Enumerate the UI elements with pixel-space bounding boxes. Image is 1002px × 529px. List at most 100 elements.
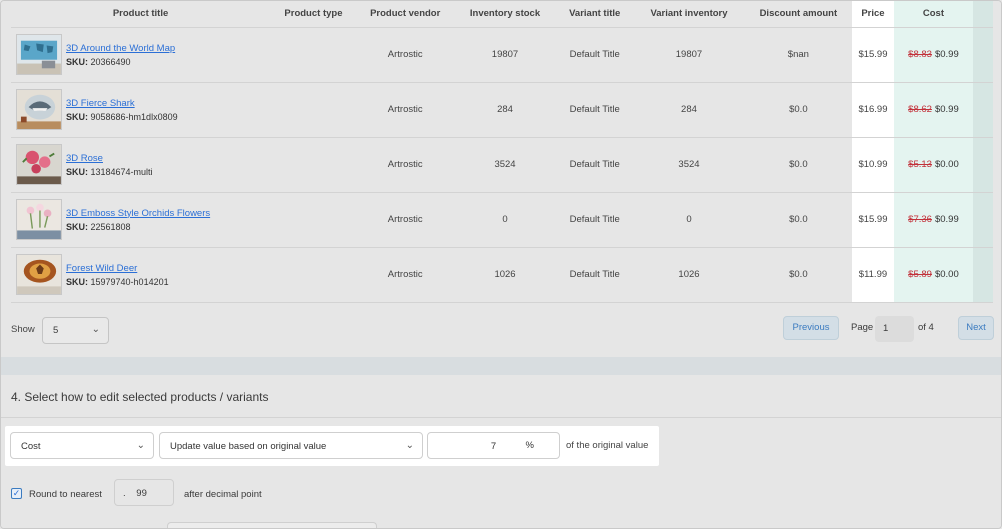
inventory-stock-cell: 0: [453, 192, 557, 248]
original-cost: $5.89: [908, 269, 932, 280]
product-title-link[interactable]: 3D Emboss Style Orchids Flowers: [66, 208, 210, 219]
row-spacer: [972, 137, 993, 193]
round-decimal-input[interactable]: . 99: [114, 479, 174, 506]
chevron-down-icon: ⌄: [91, 324, 100, 335]
amount-value: 7: [490, 441, 497, 452]
product-title-link[interactable]: 3D Around the World Map: [66, 43, 175, 54]
variant-title-cell: Default Title: [556, 247, 634, 303]
edit-controls-row: Cost ⌄ Update value based on original va…: [5, 426, 659, 466]
previous-button[interactable]: Previous: [783, 316, 839, 340]
amount-input[interactable]: 7 %: [427, 432, 560, 459]
product-thumbnail-image: [16, 199, 62, 240]
table-row[interactable]: Forest Wild Deer SKU: 15979740-h014201 A…: [11, 247, 993, 303]
header-spacer: [972, 1, 993, 28]
product-sku: SKU: 15979740-h014201: [66, 276, 169, 287]
product-vendor-cell: Artrostic: [356, 82, 454, 138]
table-row[interactable]: 3D Around the World Map SKU: 20366490 Ar…: [11, 27, 993, 83]
product-cell: 3D Fierce Shark SKU: 9058686-hm1dlx0809: [11, 82, 271, 138]
percent-unit: %: [525, 440, 534, 451]
section-divider: [1, 357, 1001, 375]
product-type-cell: [270, 247, 357, 303]
original-cost: $8.83: [908, 49, 932, 60]
row-spacer: [972, 82, 993, 138]
next-button[interactable]: Next: [958, 316, 994, 340]
table-row[interactable]: 3D Rose SKU: 13184674-multi Artrostic 35…: [11, 137, 993, 193]
page-label: Page: [851, 322, 874, 333]
product-thumbnail-image: [16, 144, 62, 185]
divider: [1, 417, 1001, 418]
variant-title-cell: Default Title: [556, 192, 634, 248]
cost-cell: $7.36 $0.99: [894, 192, 973, 248]
variant-inventory-cell: 284: [633, 82, 745, 138]
header-product-title[interactable]: Product title: [11, 1, 271, 28]
header-product-type[interactable]: Product type: [270, 1, 357, 28]
product-cell: 3D Emboss Style Orchids Flowers SKU: 225…: [11, 192, 271, 248]
product-thumbnail-image: [16, 34, 62, 75]
product-thumbnail-image: [16, 89, 62, 130]
product-sku: SKU: 20366490: [66, 56, 131, 67]
product-vendor-cell: Artrostic: [356, 192, 454, 248]
product-cell: Forest Wild Deer SKU: 15979740-h014201: [11, 247, 271, 303]
edit-mode-select[interactable]: Update value based on original value ⌄: [159, 432, 423, 459]
header-product-vendor[interactable]: Product vendor: [356, 1, 454, 28]
product-cell: 3D Rose SKU: 13184674-multi: [11, 137, 271, 193]
page-size-select[interactable]: 5 ⌄: [42, 317, 109, 344]
new-cost: $0.00: [934, 159, 959, 170]
header-cost[interactable]: Cost: [894, 1, 973, 28]
page-number-input[interactable]: 1: [875, 316, 914, 342]
variant-inventory-cell: 0: [633, 192, 745, 248]
product-vendor-cell: Artrostic: [356, 247, 454, 303]
new-cost: $0.00: [934, 269, 959, 280]
product-title-link[interactable]: 3D Fierce Shark: [66, 98, 178, 109]
price-cell: $15.99: [851, 192, 895, 248]
product-type-cell: [270, 82, 357, 138]
new-cost: $0.99: [934, 214, 959, 225]
decimal-point: .: [123, 488, 126, 499]
price-cell: $10.99: [851, 137, 895, 193]
table-row[interactable]: 3D Emboss Style Orchids Flowers SKU: 225…: [11, 192, 993, 248]
header-variant-title[interactable]: Variant title: [556, 1, 634, 28]
cost-cell: $8.83 $0.99: [894, 27, 973, 83]
variant-title-cell: Default Title: [556, 82, 634, 138]
header-discount-amount[interactable]: Discount amount: [744, 1, 852, 28]
original-cost: $7.36: [908, 214, 932, 225]
variant-inventory-cell: 19807: [633, 27, 745, 83]
product-title-link[interactable]: Forest Wild Deer: [66, 263, 169, 274]
inventory-stock-cell: 3524: [453, 137, 557, 193]
field-select[interactable]: Cost ⌄: [10, 432, 154, 459]
product-type-cell: [270, 27, 357, 83]
chevron-down-icon: ⌄: [405, 440, 414, 451]
header-price[interactable]: Price: [851, 1, 895, 28]
variant-inventory-cell: 3524: [633, 137, 745, 193]
after-decimal-label: after decimal point: [184, 489, 262, 500]
partial-control[interactable]: [167, 522, 377, 528]
round-decimal-value: 99: [136, 488, 147, 499]
product-type-cell: [270, 137, 357, 193]
header-variant-inventory[interactable]: Variant inventory: [633, 1, 745, 28]
header-inventory-stock[interactable]: Inventory stock: [453, 1, 557, 28]
cost-cell: $8.62 $0.99: [894, 82, 973, 138]
product-title-link[interactable]: 3D Rose: [66, 153, 153, 164]
edit-mode-value: Update value based on original value: [170, 441, 327, 452]
variant-title-cell: Default Title: [556, 27, 634, 83]
round-checkbox[interactable]: ✓: [11, 488, 22, 499]
new-cost: $0.99: [934, 104, 959, 115]
inventory-stock-cell: 284: [453, 82, 557, 138]
inventory-stock-cell: 1026: [453, 247, 557, 303]
product-vendor-cell: Artrostic: [356, 137, 454, 193]
discount-amount-cell: $0.0: [744, 192, 852, 248]
page-count-label: of 4: [918, 322, 934, 333]
product-sku: SKU: 9058686-hm1dlx0809: [66, 111, 178, 122]
price-cell: $15.99: [851, 27, 895, 83]
discount-amount-cell: $0.0: [744, 137, 852, 193]
original-cost: $8.62: [908, 104, 932, 115]
price-cell: $16.99: [851, 82, 895, 138]
table-row[interactable]: 3D Fierce Shark SKU: 9058686-hm1dlx0809 …: [11, 82, 993, 138]
pagination-bar: Show 5 ⌄ Previous Page 1 of 4 Next: [1, 304, 1001, 354]
product-vendor-cell: Artrostic: [356, 27, 454, 83]
variant-title-cell: Default Title: [556, 137, 634, 193]
table-header-row: Product title Product type Product vendo…: [11, 1, 993, 28]
variant-inventory-cell: 1026: [633, 247, 745, 303]
discount-amount-cell: $0.0: [744, 247, 852, 303]
original-cost: $5.13: [908, 159, 932, 170]
